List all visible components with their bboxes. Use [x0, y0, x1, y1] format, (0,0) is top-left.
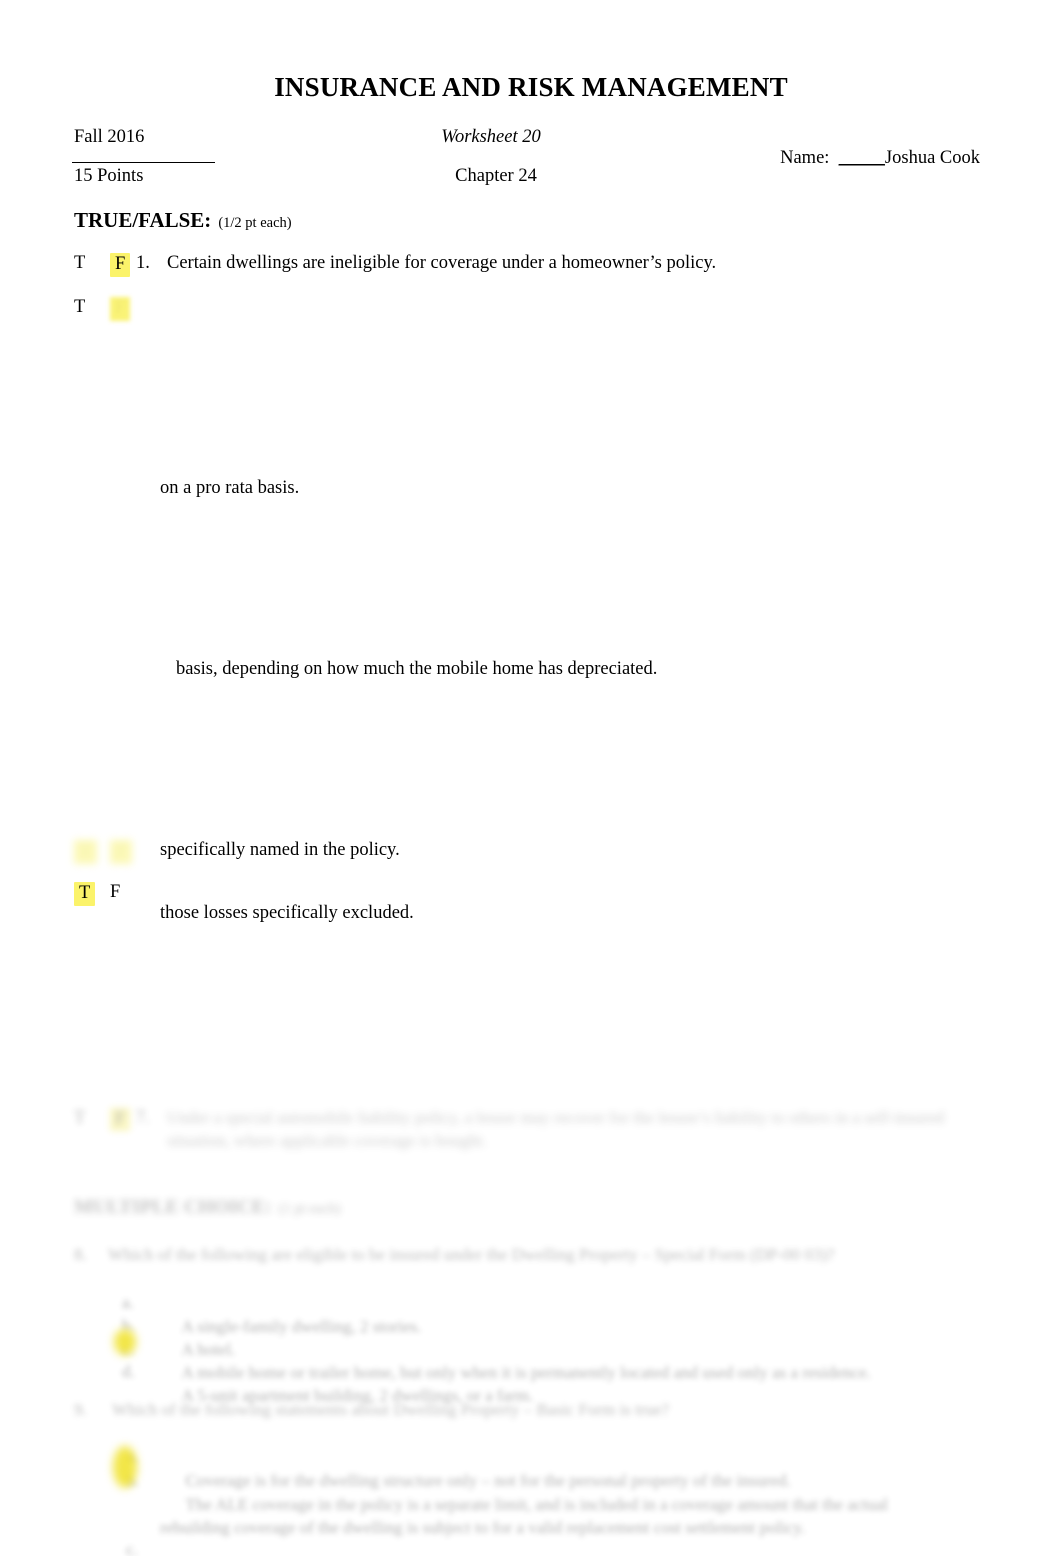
worksheet-label: Worksheet 20 [441, 127, 541, 147]
mc-8-answer-highlight [114, 1329, 136, 1355]
tf-7-statement: Under a special automobile liability pol… [167, 1108, 949, 1151]
chapter-label: Chapter 24 [455, 166, 537, 186]
multiple-choice-heading: MULTIPLE CHOICE: (1 pt each) [74, 1196, 341, 1219]
name-blank-line: _____ [838, 148, 885, 168]
tf-5-true-option[interactable]: T [74, 840, 98, 864]
tf-7-false-option[interactable]: F [110, 1108, 131, 1131]
mc-9-stem: Which of the following statements about … [112, 1400, 670, 1419]
tf-1-statement: Certain dwellings are ineligible for cov… [167, 253, 717, 273]
mc-9-answer-highlight [113, 1446, 137, 1488]
true-false-heading-text: TRUE/FALSE: [74, 208, 212, 232]
tf-6-false-option[interactable]: F [110, 882, 120, 903]
tf-5-false-option[interactable]: F [110, 840, 133, 864]
student-name: Joshua Cook [884, 148, 980, 168]
tf-6-statement-tail: those losses specifically excluded. [160, 903, 414, 923]
tf-1-true-option[interactable]: T [74, 253, 85, 274]
tf-4-statement-tail: basis, depending on how much the mobile … [176, 659, 658, 679]
mc-8-option-d-letter: d. [122, 1362, 135, 1382]
page-title: INSURANCE AND RISK MANAGEMENT [274, 72, 788, 102]
tf-6-true-option[interactable]: T [74, 882, 96, 906]
tf-7-number: 7. [136, 1108, 150, 1128]
multiple-choice-heading-text: MULTIPLE CHOICE: [74, 1196, 272, 1218]
multiple-choice-points-note: (1 pt each) [278, 1201, 341, 1217]
tf-2-true-option[interactable]: T [74, 297, 85, 318]
mc-8-number: 8. [74, 1245, 87, 1264]
mc-9-option-c-letter: c. [126, 1540, 138, 1556]
tf-3-statement-tail: on a pro rata basis. [160, 478, 300, 498]
true-false-heading: TRUE/FALSE: (1/2 pt each) [74, 208, 292, 233]
mc-9-number: 9. [74, 1400, 87, 1419]
mc-9-option-c[interactable]: c. Other Structures coverage is automati… [112, 1515, 960, 1556]
true-false-points-note: (1/2 pt each) [218, 215, 292, 231]
chapter-label-wrap: Chapter 24 [74, 166, 988, 187]
tf-1-false-option[interactable]: F [110, 253, 131, 277]
mc-8-stem: Which of the following are eligible to b… [108, 1245, 835, 1264]
tf-5-statement-tail: specifically named in the policy. [160, 840, 400, 860]
tf-2-false-option[interactable]: F [110, 297, 131, 321]
tf-7-true-option[interactable]: T [74, 1108, 85, 1129]
tf-1-number: 1. [136, 253, 150, 273]
points-underline [72, 162, 215, 163]
name-label: Name: [780, 148, 830, 168]
worksheet-page: INSURANCE AND RISK MANAGEMENT Fall 2016 … [0, 0, 1062, 1556]
